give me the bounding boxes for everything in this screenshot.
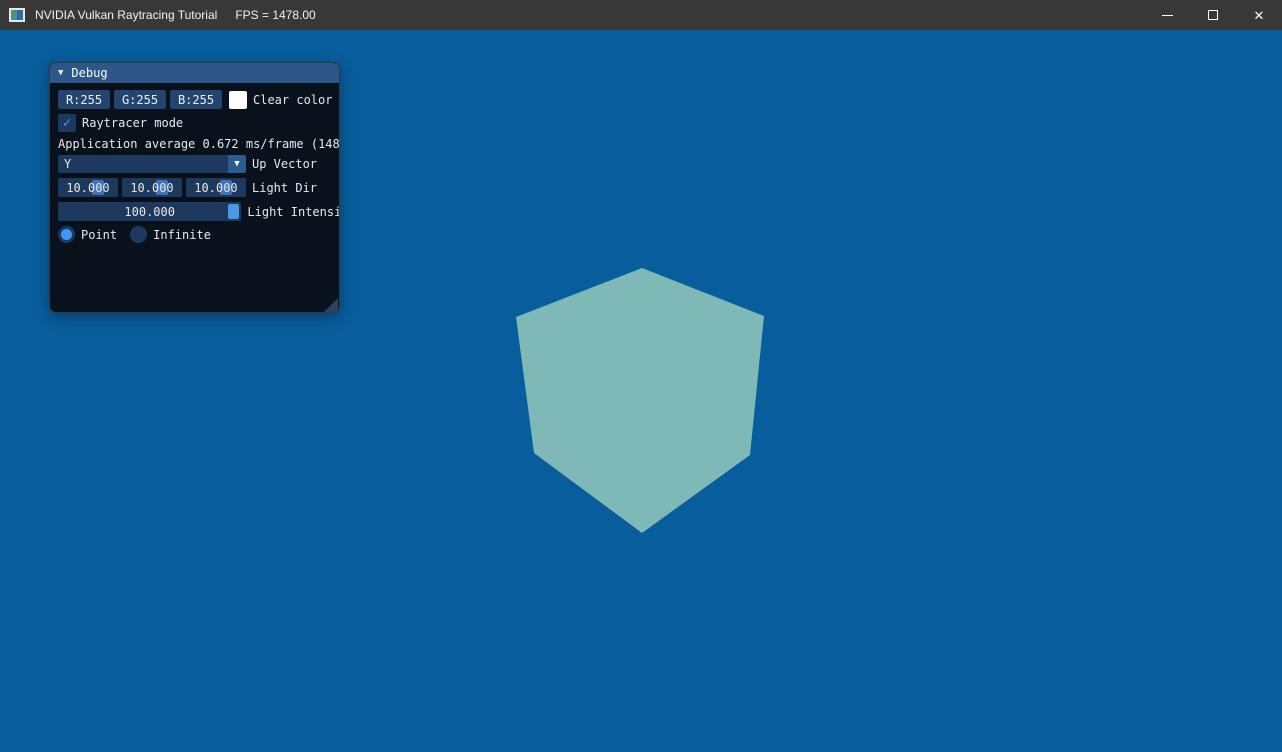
light-dir-row: 10.000 10.000 10.000 Light Dir	[58, 178, 339, 197]
fps-counter: FPS = 1478.00	[235, 8, 315, 22]
light-dir-label: Light Dir	[252, 181, 317, 195]
clear-color-row: R:255 G:255 B:255 Clear color	[58, 90, 339, 109]
window-title: NVIDIA Vulkan Raytracing Tutorial FPS = …	[35, 8, 316, 22]
debug-panel-content: R:255 G:255 B:255 Clear color ✓	[50, 83, 339, 313]
r-value-button[interactable]: R:255	[58, 90, 110, 109]
check-icon: ✓	[63, 116, 71, 130]
up-vector-row: Y ▼ Up Vector	[58, 155, 339, 173]
light-intensity-row: 100.000 Light Intensi	[58, 202, 339, 221]
raytracer-mode-label: Raytracer mode	[82, 116, 183, 130]
minimize-icon	[1162, 15, 1173, 16]
point-light-label: Point	[81, 228, 117, 242]
window-controls: ✕	[1144, 0, 1282, 30]
os-titlebar[interactable]: NVIDIA Vulkan Raytracing Tutorial FPS = …	[0, 0, 1282, 30]
light-dir-y-value: 10.000	[130, 181, 173, 195]
radio-selected-dot	[61, 229, 72, 240]
light-dir-z-value: 10.000	[194, 181, 237, 195]
raytracer-mode-row: ✓ Raytracer mode	[58, 114, 339, 132]
point-light-radio[interactable]	[58, 226, 75, 243]
infinite-light-label: Infinite	[153, 228, 211, 242]
window-title-text: NVIDIA Vulkan Raytracing Tutorial	[35, 8, 217, 22]
debug-panel[interactable]: ▼ Debug R:255 G:255 B:255 Clear col	[49, 62, 340, 313]
up-vector-label: Up Vector	[252, 157, 317, 171]
combo-arrow-button[interactable]: ▼	[228, 155, 246, 173]
b-value-button[interactable]: B:255	[170, 90, 222, 109]
light-intensity-slider[interactable]: 100.000	[58, 202, 241, 221]
close-icon: ✕	[1254, 9, 1265, 22]
clear-color-label: Clear color	[253, 93, 332, 107]
b-value-label: B:255	[178, 93, 214, 107]
clear-color-swatch[interactable]	[229, 91, 247, 109]
light-dir-z-field[interactable]: 10.000	[186, 178, 246, 197]
light-intensity-value: 100.000	[124, 205, 175, 219]
light-intensity-label: Light Intensi	[247, 205, 339, 219]
debug-panel-title: Debug	[71, 66, 107, 80]
up-vector-value: Y	[58, 157, 71, 171]
light-dir-y-field[interactable]: 10.000	[122, 178, 182, 197]
maximize-icon	[1208, 10, 1218, 20]
minimize-button[interactable]	[1144, 0, 1190, 30]
resize-grip[interactable]	[324, 298, 338, 312]
maximize-button[interactable]	[1190, 0, 1236, 30]
close-button[interactable]: ✕	[1236, 0, 1282, 30]
infinite-light-radio[interactable]	[130, 226, 147, 243]
collapse-arrow-icon[interactable]: ▼	[58, 68, 63, 78]
cube	[516, 268, 764, 533]
g-value-label: G:255	[122, 93, 158, 107]
debug-panel-titlebar[interactable]: ▼ Debug	[50, 63, 339, 83]
render-viewport[interactable]: ▼ Debug R:255 G:255 B:255 Clear col	[0, 30, 1282, 752]
light-dir-x-value: 10.000	[66, 181, 109, 195]
light-type-row: Point Infinite	[58, 226, 339, 243]
app-icon	[9, 8, 25, 22]
performance-text: Application average 0.672 ms/frame (1488	[58, 137, 339, 151]
app-window: NVIDIA Vulkan Raytracing Tutorial FPS = …	[0, 0, 1282, 752]
up-vector-combo[interactable]: Y ▼	[58, 155, 246, 173]
light-dir-x-field[interactable]: 10.000	[58, 178, 118, 197]
r-value-label: R:255	[66, 93, 102, 107]
chevron-down-icon: ▼	[234, 159, 239, 169]
g-value-button[interactable]: G:255	[114, 90, 166, 109]
raytracer-mode-checkbox[interactable]: ✓	[58, 114, 76, 132]
slider-grab[interactable]	[228, 204, 239, 219]
